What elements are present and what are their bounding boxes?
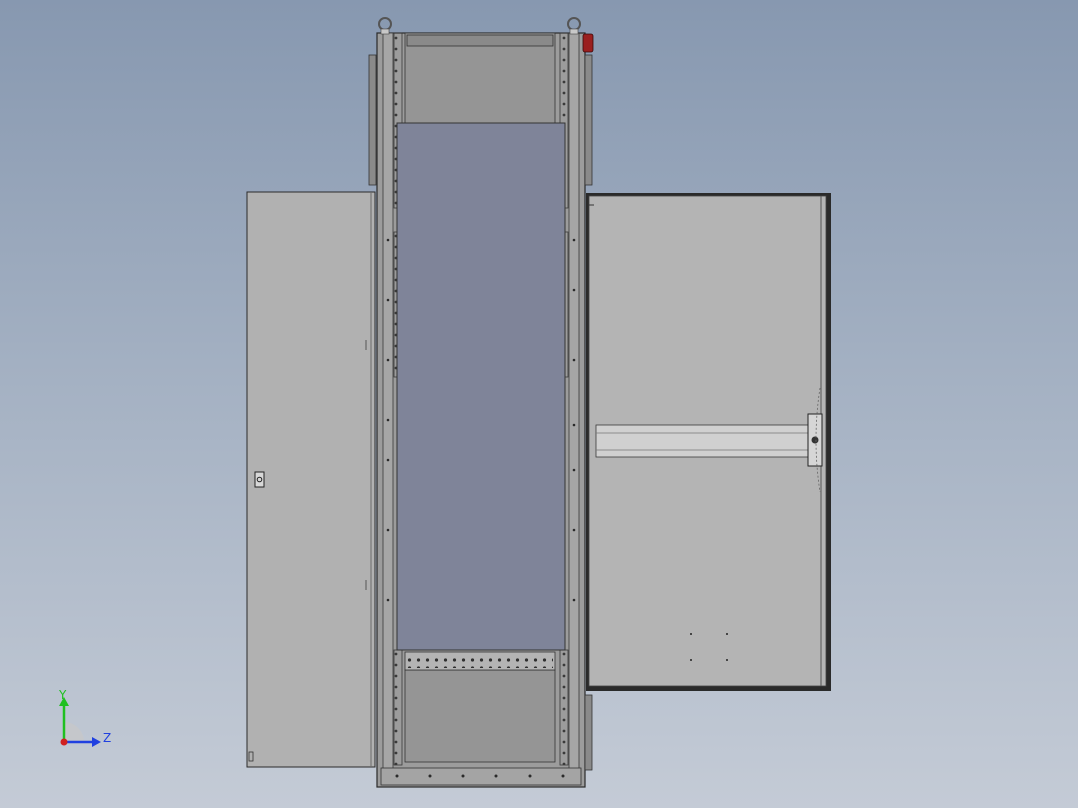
status-marker bbox=[582, 33, 594, 53]
x-axis-point-icon bbox=[60, 738, 68, 746]
lifting-eye-left-icon bbox=[378, 17, 392, 35]
mounting-plate[interactable] bbox=[396, 122, 566, 651]
orientation-triad: Y Z bbox=[50, 684, 120, 756]
left-door bbox=[246, 191, 376, 768]
lifting-eye-right-icon bbox=[567, 17, 581, 35]
cad-viewport[interactable]: Y Z bbox=[0, 0, 1078, 808]
door-lock-icon[interactable] bbox=[254, 471, 265, 488]
door-handle-bar[interactable] bbox=[595, 424, 809, 458]
cabinet-model[interactable] bbox=[0, 0, 1078, 808]
y-axis-label: Y bbox=[59, 688, 67, 702]
right-door bbox=[586, 193, 831, 691]
latch-icon[interactable] bbox=[807, 413, 823, 467]
z-axis-label: Z bbox=[103, 731, 112, 745]
z-axis-arrow-icon bbox=[92, 737, 101, 747]
